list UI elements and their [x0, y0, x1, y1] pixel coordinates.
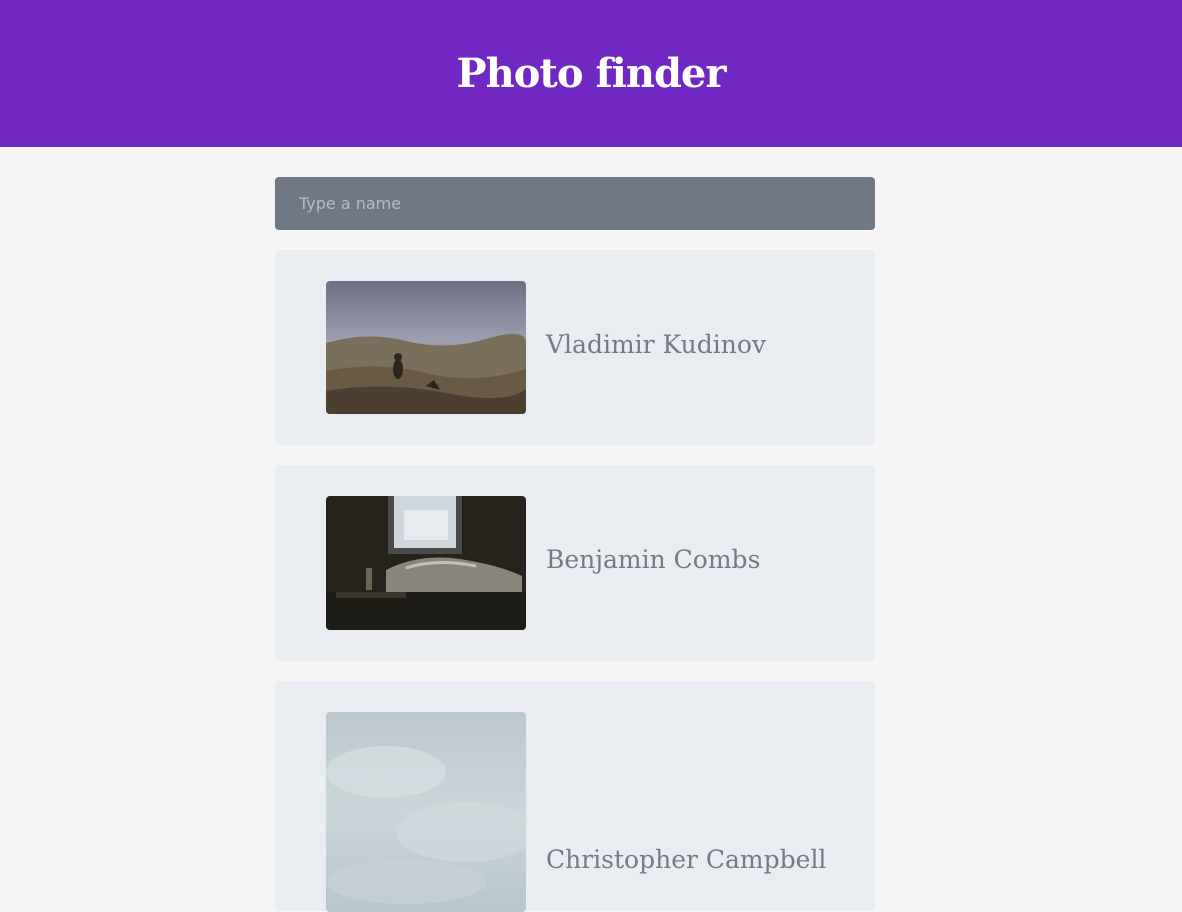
photographer-name: Christopher Campbell [546, 845, 827, 874]
photo-thumbnail[interactable] [326, 281, 526, 414]
photo-card[interactable]: Vladimir Kudinov [275, 250, 875, 445]
app-header: Photo finder [0, 0, 1182, 147]
page-title: Photo finder [456, 50, 727, 97]
photo-thumbnail[interactable] [326, 496, 526, 630]
mountain-landscape-photo [326, 281, 526, 414]
photo-thumbnail[interactable] [326, 712, 526, 912]
photographer-name: Benjamin Combs [546, 545, 761, 574]
photo-card[interactable]: Benjamin Combs [275, 465, 875, 661]
pale-sky-photo [326, 712, 526, 912]
photo-card[interactable]: Christopher Campbell [275, 681, 875, 912]
dark-bedroom-window-photo [326, 496, 526, 630]
name-search-input[interactable] [275, 177, 875, 230]
photographer-name: Vladimir Kudinov [546, 330, 767, 359]
